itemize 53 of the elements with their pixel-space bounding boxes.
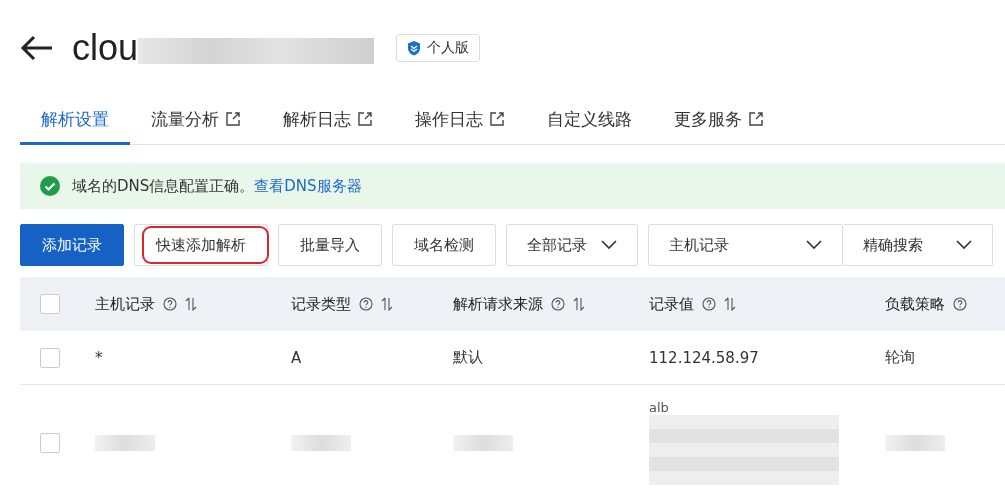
- dns-server-link[interactable]: 查看DNS服务器: [254, 176, 362, 195]
- sort-icon[interactable]: [573, 297, 585, 311]
- shield-icon: [407, 40, 422, 56]
- table-cell-text: alb: [649, 401, 670, 415]
- sort-icon[interactable]: [185, 297, 197, 311]
- table-cell: 默认: [453, 348, 483, 366]
- tab[interactable]: 操作日志: [394, 96, 526, 145]
- alert-message: 域名的DNS信息配置正确。查看DNS服务器: [72, 176, 362, 196]
- chevron-down-icon: [806, 240, 822, 250]
- row-checkbox[interactable]: [40, 347, 60, 368]
- tab[interactable]: 流量分析: [130, 96, 262, 145]
- external-link-icon: [225, 111, 241, 127]
- column-header: 主机记录: [95, 294, 155, 314]
- search-mode-dropdown[interactable]: 精确搜索: [843, 224, 993, 266]
- select-all-checkbox[interactable]: [40, 294, 60, 314]
- table-cell: A: [291, 348, 302, 367]
- blurred-block: [291, 435, 351, 451]
- help-icon: [163, 297, 177, 311]
- tab[interactable]: 自定义线路: [526, 96, 653, 145]
- toolbar-button[interactable]: 批量导入: [278, 224, 382, 266]
- external-link-icon: [489, 111, 505, 127]
- row-checkbox[interactable]: [40, 433, 60, 453]
- search-field-dropdown[interactable]: 主机记录: [648, 224, 843, 266]
- column-header: 记录类型: [291, 294, 351, 314]
- toolbar-button[interactable]: 添加记录: [20, 224, 124, 266]
- help-icon: [551, 297, 565, 311]
- tab[interactable]: 解析设置: [20, 96, 130, 145]
- tab[interactable]: 解析日志: [262, 96, 394, 145]
- check-circle-icon: [40, 176, 60, 196]
- external-link-icon: [357, 111, 373, 127]
- column-header: 记录值: [649, 294, 694, 314]
- external-link-icon: [748, 111, 764, 127]
- tab[interactable]: 更多服务: [653, 96, 785, 145]
- help-icon: [953, 297, 967, 311]
- help-icon: [359, 297, 373, 311]
- blurred-block: [885, 435, 945, 451]
- record-filter-dropdown[interactable]: 全部记录: [506, 224, 638, 266]
- table-cell: 112.124.58.97: [649, 348, 759, 367]
- toolbar-button[interactable]: 快速添加解析: [134, 224, 268, 266]
- column-header: 解析请求来源: [453, 294, 543, 314]
- table-cell: *: [95, 348, 103, 367]
- table-cell: 轮询: [885, 348, 915, 366]
- chevron-down-icon: [956, 240, 972, 250]
- column-header: 负载策略: [885, 294, 945, 314]
- back-arrow-icon[interactable]: [20, 35, 54, 61]
- toolbar-button[interactable]: 域名检测: [392, 224, 496, 266]
- domain-title: clou: [72, 27, 139, 69]
- help-icon: [702, 297, 716, 311]
- chevron-down-icon: [601, 240, 617, 250]
- sort-icon[interactable]: [724, 297, 736, 311]
- sort-icon[interactable]: [381, 297, 393, 311]
- blurred-block: [453, 435, 513, 451]
- badge-label: 个人版: [427, 39, 470, 57]
